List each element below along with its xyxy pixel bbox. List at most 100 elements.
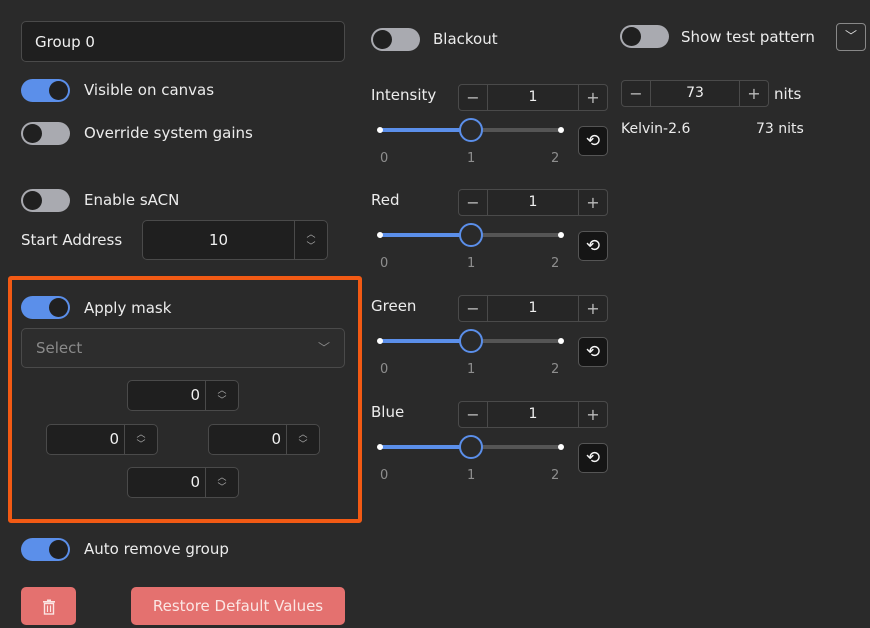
chevron-down-icon[interactable]: ﹀ <box>287 440 319 450</box>
chevron-up-icon[interactable]: ︿ <box>206 386 238 396</box>
delete-group-button[interactable] <box>21 587 76 625</box>
blue-slider-min-dot <box>377 444 383 450</box>
green-reset-button[interactable]: ⟲ <box>578 337 608 367</box>
mask-bottom-input[interactable]: 0 ︿ ﹀ <box>127 467 239 498</box>
intensity-tick-mid: 1 <box>467 151 476 166</box>
red-slider-min-dot <box>377 232 383 238</box>
visible-on-canvas-label: Visible on canvas <box>84 81 215 99</box>
chevron-up-icon[interactable]: ︿ <box>287 430 319 440</box>
intensity-label: Intensity <box>371 86 437 104</box>
mask-top-value: 0 <box>190 386 200 404</box>
nits-value[interactable]: 73 <box>650 81 740 106</box>
chevron-down-icon[interactable]: ﹀ <box>206 396 238 406</box>
start-address-value: 10 <box>208 231 229 249</box>
chevron-up-icon[interactable]: ︿ <box>295 230 327 240</box>
blue-tick-mid: 1 <box>467 468 476 483</box>
reset-icon: ⟲ <box>585 342 601 362</box>
red-value[interactable]: 1 <box>487 190 579 215</box>
blackout-label: Blackout <box>433 30 498 48</box>
override-system-gains-label: Override system gains <box>84 124 253 142</box>
blue-tick-min: 0 <box>380 468 389 483</box>
green-decrement-button[interactable]: − <box>459 296 488 321</box>
green-tick-mid: 1 <box>467 362 476 377</box>
green-stepper[interactable]: −1 + <box>458 295 608 322</box>
nits-readout: 73 nits <box>756 121 804 137</box>
green-slider-min-dot <box>377 338 383 344</box>
red-decrement-button[interactable]: − <box>459 190 488 215</box>
reset-icon: ⟲ <box>585 448 601 468</box>
blue-decrement-button[interactable]: − <box>459 402 488 427</box>
mask-right-value: 0 <box>271 430 281 448</box>
red-slider-max-dot <box>558 232 564 238</box>
mask-left-value: 0 <box>109 430 119 448</box>
auto-remove-group-toggle[interactable] <box>21 538 70 561</box>
red-slider-thumb[interactable] <box>458 223 483 247</box>
intensity-decrement-button[interactable]: − <box>459 85 488 110</box>
blackout-toggle[interactable] <box>371 28 420 51</box>
intensity-reset-button[interactable]: ⟲ <box>578 126 608 156</box>
mask-left-input[interactable]: 0 ︿ ﹀ <box>46 424 158 455</box>
blue-value[interactable]: 1 <box>487 402 579 427</box>
red-reset-button[interactable]: ⟲ <box>578 231 608 261</box>
nits-increment-button[interactable]: + <box>739 81 768 106</box>
red-tick-min: 0 <box>380 256 389 271</box>
start-address-arrows[interactable]: ︿ ﹀ <box>294 221 327 259</box>
enable-sacn-label: Enable sACN <box>84 191 180 209</box>
auto-remove-group-label: Auto remove group <box>84 540 229 558</box>
intensity-increment-button[interactable]: + <box>578 85 607 110</box>
blue-label: Blue <box>371 403 405 421</box>
chevron-up-icon[interactable]: ︿ <box>206 473 238 483</box>
blue-stepper[interactable]: −1 + <box>458 401 608 428</box>
nits-decrement-button[interactable]: − <box>622 81 651 106</box>
green-value[interactable]: 1 <box>487 296 579 321</box>
chevron-down-icon: ﹀ <box>317 341 330 355</box>
visible-on-canvas-toggle[interactable] <box>21 79 70 102</box>
chevron-down-icon[interactable]: ﹀ <box>125 440 157 450</box>
green-slider-thumb[interactable] <box>458 329 483 353</box>
trash-icon <box>42 599 55 615</box>
intensity-stepper[interactable]: −1 + <box>458 84 608 111</box>
mask-select[interactable]: Select ﹀ <box>21 328 345 368</box>
start-address-label: Start Address <box>21 231 123 249</box>
intensity-slider-thumb[interactable] <box>458 118 483 142</box>
blue-reset-button[interactable]: ⟲ <box>578 443 608 473</box>
blue-slider-thumb[interactable] <box>458 435 483 459</box>
test-pattern-dropdown[interactable]: ﹀ <box>836 23 866 51</box>
apply-mask-label: Apply mask <box>84 299 172 317</box>
blue-slider-max-dot <box>558 444 564 450</box>
group-name-input[interactable] <box>21 21 345 62</box>
show-test-pattern-toggle[interactable] <box>620 25 669 48</box>
mask-bottom-value: 0 <box>190 473 200 491</box>
blue-tick-max: 2 <box>551 468 560 483</box>
intensity-slider-min-dot <box>377 127 383 133</box>
green-label: Green <box>371 297 417 315</box>
chevron-down-icon[interactable]: ﹀ <box>295 242 327 252</box>
override-system-gains-toggle[interactable] <box>21 122 70 145</box>
enable-sacn-toggle[interactable] <box>21 189 70 212</box>
restore-default-values-button[interactable]: Restore Default Values <box>131 587 345 625</box>
green-tick-max: 2 <box>551 362 560 377</box>
green-increment-button[interactable]: + <box>578 296 607 321</box>
intensity-slider-fill <box>380 128 471 132</box>
kelvin-profile-label: Kelvin-2.6 <box>621 121 691 137</box>
show-test-pattern-label: Show test pattern <box>681 28 815 46</box>
chevron-up-icon[interactable]: ︿ <box>125 430 157 440</box>
nits-stepper[interactable]: − 73 + <box>621 80 769 107</box>
blue-increment-button[interactable]: + <box>578 402 607 427</box>
nits-unit-label: nits <box>774 85 802 103</box>
red-label: Red <box>371 191 400 209</box>
chevron-down-icon[interactable]: ﹀ <box>206 483 238 493</box>
green-slider-fill <box>380 339 471 343</box>
apply-mask-toggle[interactable] <box>21 296 70 319</box>
intensity-slider-max-dot <box>558 127 564 133</box>
blue-slider-fill <box>380 445 471 449</box>
red-stepper[interactable]: −1 + <box>458 189 608 216</box>
mask-top-input[interactable]: 0 ︿ ﹀ <box>127 380 239 411</box>
red-tick-max: 2 <box>551 256 560 271</box>
intensity-value[interactable]: 1 <box>487 85 579 110</box>
start-address-input[interactable]: 10 ︿ ﹀ <box>142 220 328 260</box>
chevron-down-icon: ﹀ <box>844 29 857 43</box>
mask-right-input[interactable]: 0 ︿ ﹀ <box>208 424 320 455</box>
red-increment-button[interactable]: + <box>578 190 607 215</box>
intensity-tick-min: 0 <box>380 151 389 166</box>
